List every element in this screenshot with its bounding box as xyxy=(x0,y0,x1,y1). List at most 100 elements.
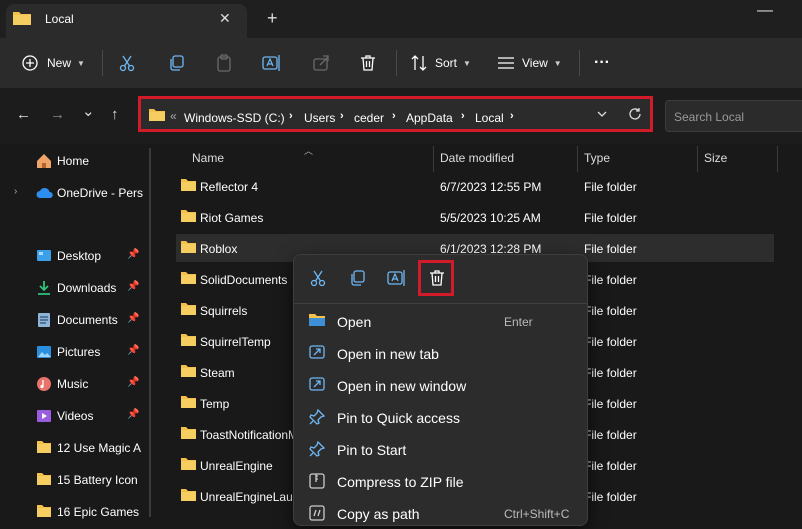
menu-delete-button[interactable] xyxy=(422,265,452,291)
menu-rename-button[interactable] xyxy=(382,265,412,291)
sidebar-item-label: Music xyxy=(57,377,89,391)
sidebar-item-label: Videos xyxy=(57,409,94,423)
cut-button[interactable] xyxy=(118,38,136,88)
menu-item-copy-as-path[interactable]: Copy as path Ctrl+Shift+C xyxy=(294,497,587,529)
sidebar-item-onedrive[interactable]: › OneDrive - Perso xyxy=(0,178,150,208)
tab-local[interactable] xyxy=(6,4,247,38)
file-row[interactable]: Riot Games 5/5/2023 10:25 AM File folder xyxy=(176,203,774,231)
column-header-date[interactable]: Date modified xyxy=(440,151,514,165)
breadcrumb-overflow[interactable]: « xyxy=(170,109,177,123)
sidebar-item-label: Desktop xyxy=(57,249,102,263)
paste-button[interactable] xyxy=(215,38,233,88)
sidebar-item-label: Home xyxy=(57,154,90,168)
sidebar-scrollbar[interactable] xyxy=(149,148,151,517)
paste-icon xyxy=(215,54,233,72)
breadcrumb-ceder[interactable]: ceder xyxy=(354,111,384,125)
folder-icon xyxy=(36,504,52,518)
menu-divider xyxy=(294,303,587,304)
file-date: 6/7/2023 12:55 PM xyxy=(440,180,542,194)
breadcrumb-separator[interactable]: › xyxy=(340,110,344,122)
pin-icon[interactable]: 📌 xyxy=(127,313,139,324)
menu-item-pin-quick-access[interactable]: Pin to Quick access xyxy=(294,401,587,433)
column-divider[interactable] xyxy=(577,146,578,172)
desktop-icon xyxy=(36,248,52,264)
breadcrumb-users[interactable]: Users xyxy=(304,111,335,125)
address-bar[interactable]: « Windows-SSD (C:) › Users › ceder › App… xyxy=(138,96,653,132)
file-type: File folder xyxy=(584,304,637,318)
new-tab-icon xyxy=(308,344,326,360)
menu-item-open-new-window[interactable]: Open in new window xyxy=(294,369,587,401)
share-button[interactable] xyxy=(312,38,330,88)
menu-item-label: Compress to ZIP file xyxy=(337,474,464,490)
view-button[interactable]: View ▼ xyxy=(497,38,562,88)
pin-icon[interactable]: 📌 xyxy=(127,409,139,420)
breadcrumb-drive[interactable]: Windows-SSD (C:) xyxy=(184,111,285,125)
chevron-right-icon[interactable]: › xyxy=(14,186,17,197)
file-date: 5/5/2023 10:25 AM xyxy=(440,211,541,225)
column-divider[interactable] xyxy=(697,146,698,172)
menu-item-open[interactable]: Open Enter xyxy=(294,305,587,337)
search-placeholder: Search Local xyxy=(674,110,745,124)
folder-icon xyxy=(180,333,197,347)
folder-icon xyxy=(180,209,197,223)
sidebar-item-videos[interactable]: Videos 📌 xyxy=(0,401,150,431)
search-input[interactable]: Search Local xyxy=(665,100,802,132)
column-divider[interactable] xyxy=(433,146,434,172)
sidebar-item-downloads[interactable]: Downloads 📌 xyxy=(0,273,150,303)
file-name: Riot Games xyxy=(200,211,264,225)
menu-cut-button[interactable] xyxy=(303,265,333,291)
sidebar-item-desktop[interactable]: Desktop 📌 xyxy=(0,241,150,271)
sidebar-item-folder[interactable]: 15 Battery Icon N xyxy=(0,465,150,495)
pin-icon[interactable]: 📌 xyxy=(127,345,139,356)
file-type: File folder xyxy=(584,211,637,225)
chevron-down-icon[interactable] xyxy=(597,111,607,117)
recent-locations-button[interactable]: ⌄ xyxy=(82,102,95,120)
back-button[interactable]: ← xyxy=(16,106,31,123)
rename-button[interactable] xyxy=(262,38,282,88)
breadcrumb-appdata[interactable]: AppData xyxy=(406,111,453,125)
breadcrumb-local[interactable]: Local xyxy=(475,111,504,125)
new-tab-button[interactable]: + xyxy=(267,8,278,29)
new-button[interactable]: New ▼ xyxy=(22,38,85,88)
breadcrumb-separator[interactable]: › xyxy=(461,110,465,122)
forward-button[interactable]: → xyxy=(50,106,65,123)
folder-icon xyxy=(180,240,197,254)
breadcrumb-separator[interactable]: › xyxy=(510,110,514,122)
new-window-icon xyxy=(308,376,326,392)
column-header-type[interactable]: Type xyxy=(584,151,610,165)
refresh-icon[interactable] xyxy=(628,107,642,121)
pin-icon[interactable]: 📌 xyxy=(127,249,139,260)
menu-copy-button[interactable] xyxy=(342,265,372,291)
rename-icon xyxy=(387,269,407,287)
file-type: File folder xyxy=(584,180,637,194)
breadcrumb-separator[interactable]: › xyxy=(392,110,396,122)
folder-icon xyxy=(36,472,52,486)
sidebar-item-folder[interactable]: 16 Epic Games F xyxy=(0,497,150,527)
file-name: SquirrelTemp xyxy=(200,335,271,349)
close-tab-icon[interactable]: ✕ xyxy=(219,10,231,27)
pin-icon[interactable]: 📌 xyxy=(127,281,139,292)
sort-button[interactable]: Sort ▼ xyxy=(410,38,471,88)
more-options-button[interactable]: ··· xyxy=(594,38,610,88)
sidebar-item-pictures[interactable]: Pictures 📌 xyxy=(0,337,150,367)
breadcrumb-separator[interactable]: › xyxy=(289,110,293,122)
sidebar-item-music[interactable]: Music 📌 xyxy=(0,369,150,399)
file-row[interactable]: Reflector 4 6/7/2023 12:55 PM File folde… xyxy=(176,172,774,200)
column-header-size[interactable]: Size xyxy=(704,151,727,165)
delete-button[interactable] xyxy=(359,38,377,88)
column-header-name[interactable]: Name xyxy=(192,151,224,165)
view-label: View xyxy=(522,56,548,70)
menu-item-label: Open in new tab xyxy=(337,346,439,362)
pictures-icon xyxy=(36,344,52,360)
sidebar-item-home[interactable]: Home xyxy=(0,146,150,176)
menu-item-compress-zip[interactable]: Compress to ZIP file xyxy=(294,465,587,497)
sidebar-item-documents[interactable]: Documents 📌 xyxy=(0,305,150,335)
copy-button[interactable] xyxy=(167,38,185,88)
column-divider[interactable] xyxy=(777,146,778,172)
menu-item-open-new-tab[interactable]: Open in new tab xyxy=(294,337,587,369)
up-button[interactable]: ↑ xyxy=(111,106,119,123)
menu-item-pin-start[interactable]: Pin to Start xyxy=(294,433,587,465)
pin-icon[interactable]: 📌 xyxy=(127,377,139,388)
minimize-button[interactable]: — xyxy=(757,2,773,20)
sidebar-item-folder[interactable]: 12 Use Magic AI xyxy=(0,433,150,463)
